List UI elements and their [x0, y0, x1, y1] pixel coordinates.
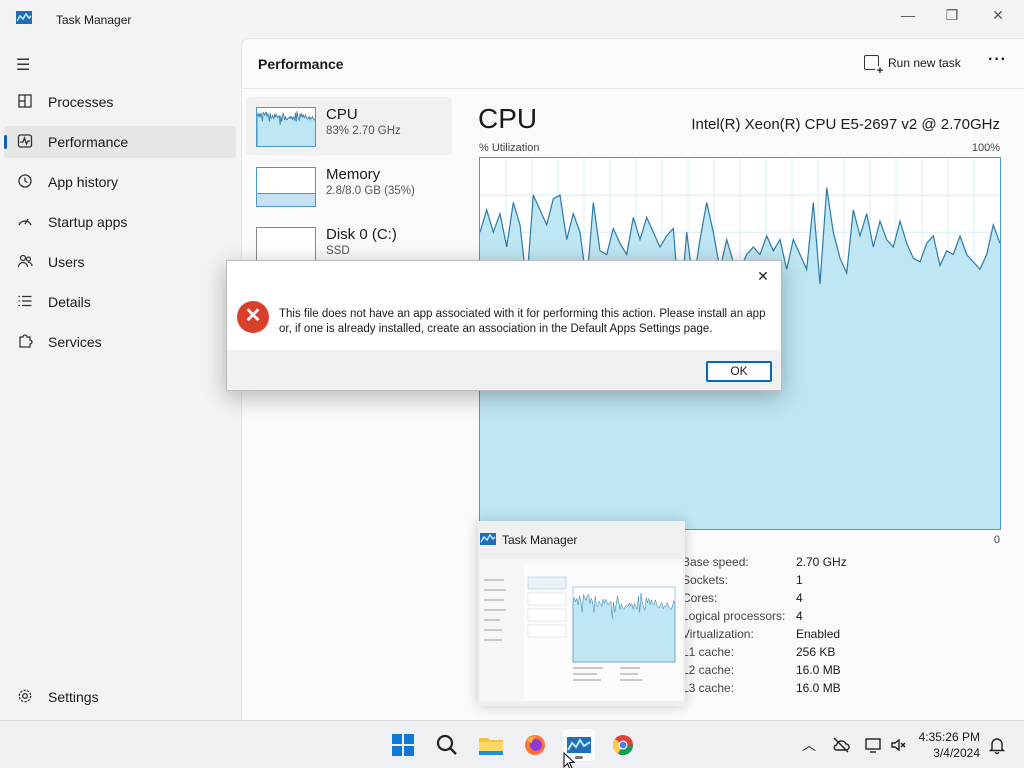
start-icon — [392, 734, 414, 756]
file-explorer-button[interactable] — [475, 729, 507, 761]
speedometer-icon — [16, 213, 34, 231]
cpu-title: CPU — [478, 103, 538, 134]
hamburger-menu-icon[interactable]: ☰ — [16, 55, 30, 75]
preview-thumbnail — [480, 559, 683, 701]
run-new-task-label: Run new task — [888, 56, 961, 70]
network-icon[interactable] — [863, 735, 883, 755]
perf-item-name: Disk 0 (C:) — [326, 226, 397, 243]
sidebar-item-label: Details — [48, 294, 91, 310]
cpu-thumbnail — [256, 107, 316, 147]
spec-key: Virtualization: — [682, 627, 754, 641]
firefox-icon — [525, 735, 545, 755]
perf-item-sub: 2.8/8.0 GB (35%) — [326, 185, 415, 197]
window-title: Task Manager — [56, 13, 132, 27]
memory-thumbnail-fill — [257, 192, 315, 206]
history-icon — [16, 173, 34, 191]
clock-time: 4:35:26 PM — [918, 730, 980, 744]
sidebar-item-users[interactable]: Users — [4, 246, 236, 278]
sidebar-item-performance[interactable]: Performance — [4, 126, 236, 158]
page-title: Performance — [258, 56, 344, 72]
close-button[interactable]: ✕ — [976, 6, 1020, 24]
task-manager-icon — [480, 533, 496, 545]
puzzle-icon — [16, 333, 34, 351]
sidebar-item-label: Services — [48, 334, 102, 350]
sidebar-item-startup-apps[interactable]: Startup apps — [4, 206, 236, 238]
chrome-icon — [612, 735, 634, 756]
spec-value: 256 KB — [796, 645, 836, 659]
taskbar-window-preview[interactable]: Task Manager — [478, 521, 685, 706]
spec-value: 16.0 MB — [796, 681, 841, 695]
search-icon — [436, 734, 457, 755]
system-clock[interactable]: 4:35:26 PM 3/4/2024 — [919, 729, 980, 761]
spec-key: L3 cache: — [682, 681, 735, 695]
spec-value: 4 — [796, 591, 803, 605]
chevron-up-icon[interactable]: ︿ — [799, 735, 819, 755]
more-options-button[interactable]: ··· — [988, 51, 1007, 69]
mouse-cursor-icon — [563, 751, 577, 768]
run-task-icon — [864, 55, 885, 76]
spec-value: 4 — [796, 609, 803, 623]
notification-bell-icon[interactable] — [987, 735, 1007, 755]
settings-button[interactable]: Settings — [4, 681, 236, 713]
error-icon: ✕ — [237, 301, 269, 333]
perf-item-memory[interactable]: Memory 2.8/8.0 GB (35%) — [246, 157, 452, 215]
task-manager-icon — [16, 11, 32, 24]
spec-value: Enabled — [796, 627, 841, 641]
volume-muted-icon[interactable] — [889, 735, 909, 755]
sidebar-item-label: Performance — [48, 134, 129, 150]
settings-label: Settings — [48, 689, 99, 705]
sidebar-item-processes[interactable]: Processes — [4, 86, 236, 118]
dialog-body: ✕ ✕ This file does not have an app assoc… — [227, 261, 781, 350]
spec-value: 16.0 MB — [796, 663, 841, 677]
taskbar: ︿ 4:35:26 PM 3/4/2024 — [0, 720, 1024, 768]
sidebar-item-label: Startup apps — [48, 214, 128, 230]
spec-key: L1 cache: — [682, 645, 735, 659]
sidebar-item-label: Users — [48, 254, 85, 270]
perf-item-sub: SSD — [326, 245, 350, 257]
start-button[interactable] — [387, 729, 419, 761]
firefox-button[interactable] — [519, 729, 551, 761]
spec-key: Logical processors: — [682, 609, 786, 623]
spec-value: 2.70 GHz — [796, 555, 847, 569]
spec-value: 1 — [796, 573, 803, 587]
utilization-min-label: 0 — [993, 534, 1000, 546]
dialog-close-button[interactable]: ✕ — [753, 266, 773, 286]
chrome-button[interactable] — [607, 729, 639, 761]
utilization-label: % Utilization — [479, 142, 540, 154]
maximize-button[interactable]: ❐ — [930, 6, 974, 24]
sidebar-item-app-history[interactable]: App history — [4, 166, 236, 198]
grid-icon — [16, 93, 34, 111]
list-icon — [16, 293, 34, 311]
sidebar-item-label: App history — [48, 174, 119, 190]
memory-thumbnail — [256, 167, 316, 207]
main-header: Performance Run new task ··· — [242, 39, 1024, 89]
spec-key: Base speed: — [682, 555, 749, 569]
sidebar-item-label: Processes — [48, 94, 114, 110]
utilization-max-label: 100% — [971, 142, 1000, 154]
sidebar: ☰ Processes Performance App history Star… — [0, 38, 240, 720]
cpu-model: Intel(R) Xeon(R) CPU E5-2697 v2 @ 2.70GH… — [691, 116, 1000, 133]
perf-item-cpu[interactable]: CPU 83% 2.70 GHz — [246, 97, 452, 155]
gear-icon — [16, 688, 34, 706]
error-dialog: ✕ ✕ This file does not have an app assoc… — [226, 260, 782, 391]
perf-item-name: Memory — [326, 166, 381, 183]
pulse-icon — [16, 133, 34, 151]
preview-title: Task Manager — [502, 533, 578, 547]
dialog-message: This file does not have an app associate… — [279, 308, 766, 335]
spec-key: L2 cache: — [682, 663, 735, 677]
spec-key: Sockets: — [682, 573, 729, 587]
spec-key: Cores: — [682, 591, 718, 605]
ok-button[interactable]: OK — [706, 361, 772, 382]
search-button[interactable] — [431, 729, 463, 761]
sidebar-item-services[interactable]: Services — [4, 326, 236, 358]
cloud-offline-icon[interactable] — [831, 735, 851, 755]
clock-date: 3/4/2024 — [933, 746, 980, 760]
minimize-button[interactable]: — — [886, 6, 930, 24]
sidebar-item-details[interactable]: Details — [4, 286, 236, 318]
file-explorer-icon — [479, 738, 503, 755]
title-bar: Task Manager — ❐ ✕ — [0, 0, 1024, 38]
users-icon — [16, 253, 34, 271]
perf-item-sub: 83% 2.70 GHz — [326, 125, 401, 137]
perf-item-name: CPU — [326, 106, 358, 123]
